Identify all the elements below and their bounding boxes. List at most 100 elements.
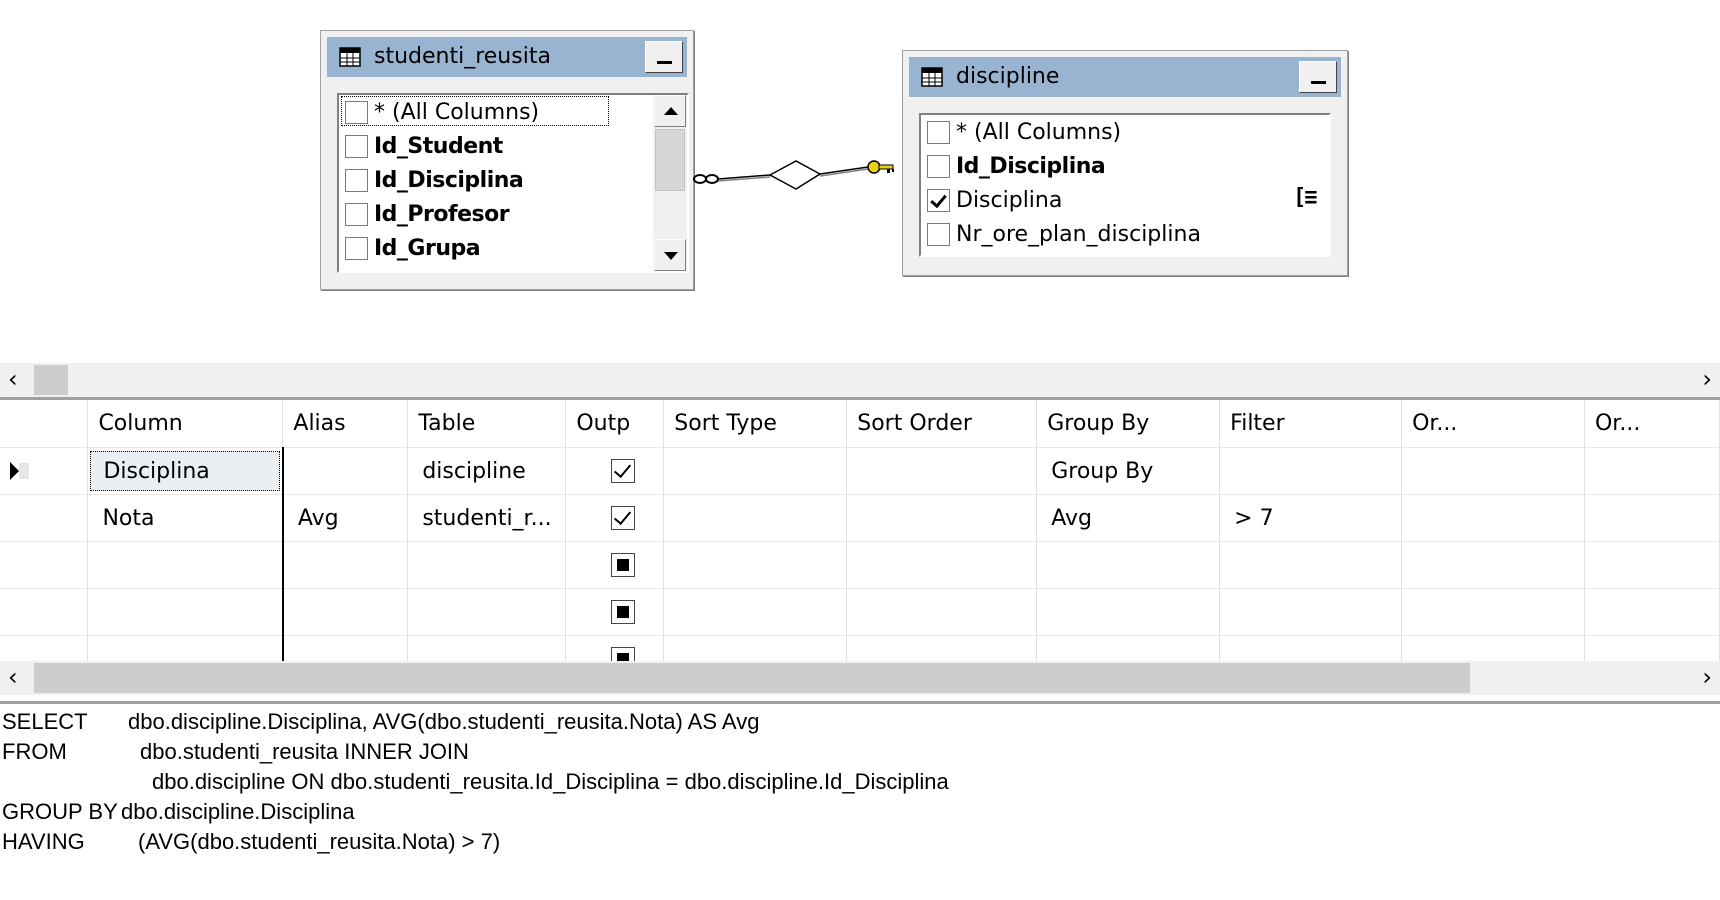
scroll-right-icon[interactable]: › [1702, 665, 1712, 689]
cell-table[interactable]: studenti_r... [407, 494, 567, 542]
sql-join-clause[interactable]: dbo.discipline ON dbo.studenti_reusita.I… [152, 767, 949, 797]
column-item-all-columns[interactable]: * (All Columns) [339, 95, 609, 129]
cell-sort-order[interactable] [846, 588, 1038, 636]
cell-alias[interactable] [282, 541, 409, 589]
scroll-left-icon[interactable]: ‹ [8, 665, 18, 689]
cell-sort-type[interactable] [663, 588, 848, 636]
column-checkbox-checked[interactable] [927, 188, 950, 212]
cell-or-2[interactable] [1584, 494, 1720, 542]
cell-or-1[interactable] [1401, 588, 1585, 636]
column-list[interactable]: * (All Columns) Id_Student Id_Disciplina… [337, 93, 689, 273]
minimize-button[interactable] [1299, 61, 1337, 93]
cell-or-1[interactable] [1401, 635, 1585, 661]
cell-or-2[interactable] [1584, 541, 1720, 589]
header-alias[interactable]: Alias [282, 400, 409, 448]
column-checkbox[interactable] [345, 168, 368, 192]
cell-sort-type[interactable] [663, 541, 848, 589]
output-checkbox-indeterminate[interactable] [611, 553, 636, 577]
scroll-thumb[interactable] [655, 129, 685, 191]
column-list[interactable]: * (All Columns) Id_Disciplina Disciplina… [919, 113, 1331, 257]
scroll-down-button[interactable] [654, 239, 686, 271]
column-checkbox[interactable] [927, 120, 950, 144]
column-item-id-grupa[interactable]: Id_Grupa [339, 231, 481, 265]
scroll-thumb[interactable] [34, 663, 1470, 693]
output-checkbox-indeterminate[interactable] [611, 647, 636, 661]
sql-group-by-clause[interactable]: dbo.discipline.Disciplina [121, 797, 355, 827]
column-item-id-disciplina[interactable]: Id_Disciplina [921, 149, 1106, 183]
output-checkbox-indeterminate[interactable] [611, 600, 636, 624]
grid-row[interactable] [0, 588, 1720, 636]
row-header[interactable] [0, 541, 89, 589]
cell-alias[interactable] [282, 588, 409, 636]
column-checkbox[interactable] [927, 154, 950, 178]
column-checkbox[interactable] [345, 134, 368, 158]
cell-filter[interactable] [1219, 447, 1403, 495]
header-or-2[interactable]: Or... [1584, 400, 1720, 448]
grid-row[interactable] [0, 635, 1720, 661]
cell-output[interactable] [565, 635, 665, 661]
cell-sort-type[interactable] [663, 447, 848, 495]
scroll-thumb[interactable] [34, 365, 68, 395]
cell-table[interactable] [407, 635, 567, 661]
column-checkbox[interactable] [345, 202, 368, 226]
cell-table[interactable]: discipline [407, 447, 567, 495]
row-header[interactable] [0, 588, 89, 636]
column-item-disciplina[interactable]: Disciplina [≡ [921, 183, 1329, 217]
header-group-by[interactable]: Group By [1036, 400, 1221, 448]
cell-column[interactable]: Nota [87, 494, 284, 542]
column-checkbox[interactable] [345, 100, 368, 124]
vertical-scrollbar[interactable] [653, 95, 687, 271]
diagram-pane[interactable]: studenti_reusita * (All Columns) Id_Stud… [0, 0, 1720, 363]
cell-output[interactable] [565, 494, 665, 542]
header-sort-type[interactable]: Sort Type [663, 400, 848, 448]
cell-sort-order[interactable] [846, 447, 1038, 495]
cell-sort-type[interactable] [663, 635, 848, 661]
sql-pane[interactable]: SELECT dbo.discipline.Disciplina, AVG(db… [0, 705, 1720, 900]
cell-group-by[interactable]: Avg [1036, 494, 1221, 542]
cell-column[interactable] [87, 541, 284, 589]
row-header-current[interactable] [0, 447, 89, 495]
table-window-discipline[interactable]: discipline * (All Columns) Id_Disciplina… [902, 50, 1348, 276]
cell-alias[interactable] [282, 635, 409, 661]
selected-cell[interactable]: Disciplina [90, 451, 280, 491]
cell-sort-order[interactable] [846, 494, 1038, 542]
cell-column[interactable]: Disciplina [87, 447, 284, 495]
output-checkbox-checked[interactable] [611, 506, 636, 530]
header-sort-order[interactable]: Sort Order [846, 400, 1038, 448]
column-checkbox[interactable] [345, 236, 368, 260]
row-header[interactable] [0, 494, 89, 542]
header-column[interactable]: Column [87, 400, 284, 448]
header-table[interactable]: Table [407, 400, 567, 448]
cell-output[interactable] [565, 588, 665, 636]
header-output[interactable]: Outp [565, 400, 665, 448]
criteria-grid[interactable]: Column Alias Table Outp Sort Type Sort O… [0, 400, 1720, 661]
sql-having-clause[interactable]: (AVG(dbo.studenti_reusita.Nota) > 7) [138, 827, 500, 857]
join-diamond-icon[interactable] [768, 160, 822, 190]
output-checkbox-checked[interactable] [611, 459, 636, 483]
cell-column[interactable] [87, 588, 284, 636]
cell-output[interactable] [565, 447, 665, 495]
grid-row[interactable] [0, 541, 1720, 589]
cell-output[interactable] [565, 541, 665, 589]
cell-or-1[interactable] [1401, 494, 1585, 542]
header-or-1[interactable]: Or... [1401, 400, 1585, 448]
cell-group-by[interactable] [1036, 635, 1221, 661]
cell-group-by[interactable] [1036, 541, 1221, 589]
cell-filter[interactable] [1219, 635, 1403, 661]
scroll-right-icon[interactable]: › [1702, 367, 1712, 391]
join-relationship-line[interactable] [690, 150, 910, 190]
cell-filter[interactable] [1219, 588, 1403, 636]
grid-horizontal-scrollbar[interactable]: ‹ › [0, 661, 1720, 695]
column-item-nr-ore-plan-disciplina[interactable]: Nr_ore_plan_disciplina [921, 217, 1201, 251]
table-titlebar[interactable]: studenti_reusita [327, 37, 687, 77]
cell-alias[interactable]: Avg [282, 494, 409, 542]
column-item-id-student[interactable]: Id_Student [339, 129, 503, 163]
minimize-button[interactable] [645, 41, 683, 73]
column-item-id-disciplina[interactable]: Id_Disciplina [339, 163, 524, 197]
cell-or-2[interactable] [1584, 588, 1720, 636]
cell-or-2[interactable] [1584, 635, 1720, 661]
table-titlebar[interactable]: discipline [909, 57, 1341, 97]
grid-row[interactable]: Disciplina discipline Group By [0, 447, 1720, 495]
cell-sort-type[interactable] [663, 494, 848, 542]
diagram-horizontal-scrollbar[interactable]: ‹ › [0, 363, 1720, 397]
